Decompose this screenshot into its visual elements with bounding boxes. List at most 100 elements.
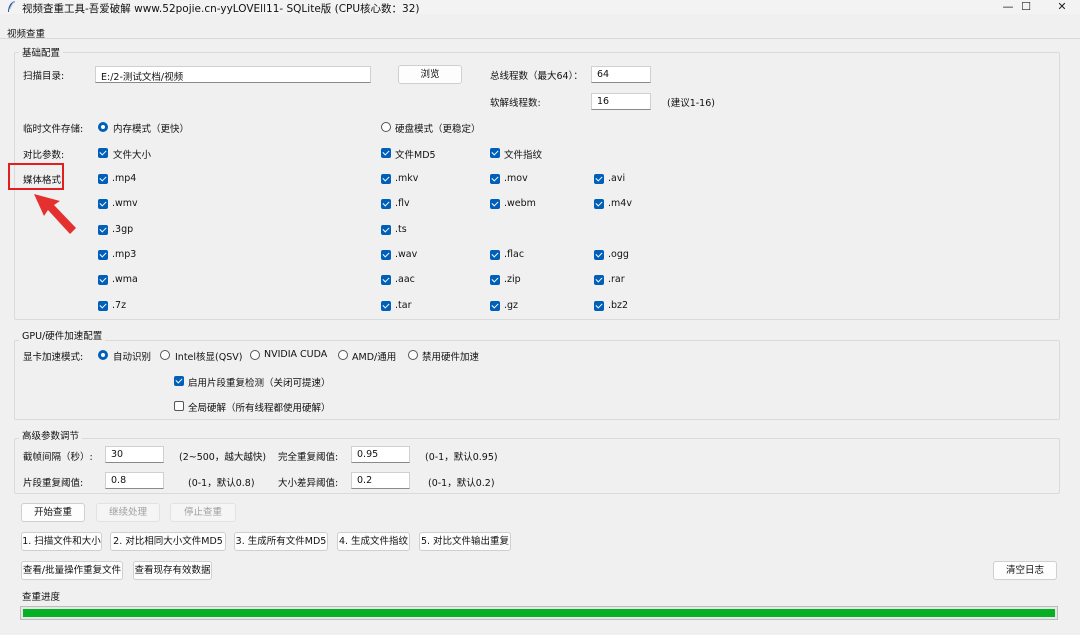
progress-fill xyxy=(23,609,1055,617)
advanced-config-title: 高级参数调节 xyxy=(19,428,83,442)
format-checkbox-gz[interactable] xyxy=(490,301,500,311)
memory-mode-label: 内存模式（更快） xyxy=(113,124,190,135)
window-title: 视频查重工具-吾爱破解 www.52pojie.cn-yyLOVEll11- S… xyxy=(22,3,420,15)
format-checkbox-mp3[interactable] xyxy=(98,250,108,260)
format-label-bz2: .bz2 xyxy=(608,300,629,311)
format-label-wma: .wma xyxy=(112,274,138,285)
progress-bar xyxy=(20,606,1058,620)
compare-fingerprint-checkbox[interactable] xyxy=(490,148,500,158)
temp-storage-label: 临时文件存储: xyxy=(23,124,84,135)
format-label-mp3: .mp3 xyxy=(112,249,137,260)
format-label-7z: .7z xyxy=(112,300,127,311)
format-label-m4v: .m4v xyxy=(608,198,632,209)
compare-md5-checkbox[interactable] xyxy=(381,148,391,158)
segment-detect-checkbox[interactable] xyxy=(174,376,184,386)
step-1-button[interactable]: 1. 扫描文件和大小 xyxy=(21,532,102,551)
step-5-button[interactable]: 5. 对比文件输出重复 xyxy=(419,532,511,551)
segment-dup-hint: (0-1，默认0.8) xyxy=(188,478,255,489)
format-checkbox-mov[interactable] xyxy=(490,174,500,184)
frame-interval-label: 截帧间隔（秒）: xyxy=(23,452,93,463)
tab-video-dedupe[interactable]: 视频查重 xyxy=(7,26,45,40)
advanced-config-group xyxy=(14,438,1060,494)
format-label-ts: .ts xyxy=(395,224,407,235)
format-checkbox-ogg[interactable] xyxy=(594,250,604,260)
clear-log-button[interactable]: 清空日志 xyxy=(993,561,1057,580)
format-checkbox-zip[interactable] xyxy=(490,275,500,285)
gpu-option-auto-radio[interactable] xyxy=(98,350,108,360)
resume-button[interactable]: 继续处理 xyxy=(96,503,160,522)
format-checkbox-bz2[interactable] xyxy=(594,301,604,311)
format-checkbox-wav[interactable] xyxy=(381,250,391,260)
format-checkbox-mp4[interactable] xyxy=(98,174,108,184)
gpu-mode-label: 显卡加速模式: xyxy=(23,352,84,363)
browse-button[interactable]: 浏览 xyxy=(398,65,462,84)
annotation-arrow-icon xyxy=(34,194,76,234)
format-label-flv: .flv xyxy=(395,198,410,209)
format-checkbox-avi[interactable] xyxy=(594,174,604,184)
format-checkbox-ts[interactable] xyxy=(381,225,391,235)
decode-threads-hint: (建议1-16) xyxy=(667,98,715,109)
maximize-button[interactable]: ☐ xyxy=(1008,0,1044,14)
format-label-aac: .aac xyxy=(395,274,415,285)
segment-dup-input[interactable]: 0.8 xyxy=(105,472,164,489)
app-feather-icon xyxy=(8,0,15,12)
format-checkbox-3gp[interactable] xyxy=(98,225,108,235)
format-checkbox-m4v[interactable] xyxy=(594,199,604,209)
global-hw-label: 全局硬解（所有线程都使用硬解） xyxy=(188,403,331,414)
format-label-zip: .zip xyxy=(504,274,521,285)
scan-dir-label: 扫描目录: xyxy=(23,71,65,82)
global-hw-checkbox[interactable] xyxy=(174,401,184,411)
format-label-3gp: .3gp xyxy=(112,224,134,235)
full-dup-input[interactable]: 0.95 xyxy=(351,446,410,463)
format-label-ogg: .ogg xyxy=(608,249,629,260)
full-dup-hint: (0-1，默认0.95) xyxy=(425,452,498,463)
frame-interval-input[interactable]: 30 xyxy=(105,446,164,463)
step-2-button[interactable]: 2. 对比相同大小文件MD5 xyxy=(110,532,226,551)
format-label-tar: .tar xyxy=(395,300,412,311)
compare-size-checkbox[interactable] xyxy=(98,148,108,158)
view-valid-data-button[interactable]: 查看现存有效数据 xyxy=(133,561,212,580)
gpu-option-cuda-label: NVIDIA CUDA xyxy=(264,349,328,360)
format-label-mkv: .mkv xyxy=(395,173,419,184)
format-checkbox-flv[interactable] xyxy=(381,199,391,209)
format-checkbox-wma[interactable] xyxy=(98,275,108,285)
gpu-option-disable-radio[interactable] xyxy=(408,350,418,360)
basic-config-group xyxy=(14,52,1060,320)
format-checkbox-wmv[interactable] xyxy=(98,199,108,209)
gpu-option-auto-label: 自动识别 xyxy=(113,352,152,363)
gpu-option-amd-radio[interactable] xyxy=(338,350,348,360)
gpu-option-qsv-radio[interactable] xyxy=(160,350,170,360)
compare-md5-label: 文件MD5 xyxy=(395,150,436,161)
memory-mode-radio[interactable] xyxy=(98,122,108,132)
format-checkbox-rar[interactable] xyxy=(594,275,604,285)
format-checkbox-mkv[interactable] xyxy=(381,174,391,184)
disk-mode-label: 硬盘模式（更稳定） xyxy=(395,124,481,135)
compare-size-label: 文件大小 xyxy=(113,150,152,161)
size-diff-label: 大小差异阈值: xyxy=(278,478,339,489)
format-label-avi: .avi xyxy=(608,173,626,184)
decode-threads-input[interactable]: 16 xyxy=(591,93,651,110)
format-checkbox-flac[interactable] xyxy=(490,250,500,260)
step-4-button[interactable]: 4. 生成文件指纹 xyxy=(337,532,410,551)
disk-mode-radio[interactable] xyxy=(381,122,391,132)
total-threads-input[interactable]: 64 xyxy=(591,66,651,83)
gpu-config-title: GPU/硬件加速配置 xyxy=(19,328,106,342)
format-label-rar: .rar xyxy=(608,274,625,285)
format-checkbox-7z[interactable] xyxy=(98,301,108,311)
format-label-mp4: .mp4 xyxy=(112,173,137,184)
view-duplicates-button[interactable]: 查看/批量操作重复文件 xyxy=(21,561,123,580)
format-checkbox-aac[interactable] xyxy=(381,275,391,285)
close-button[interactable]: ✕ xyxy=(1044,0,1080,14)
start-button[interactable]: 开始查重 xyxy=(21,503,85,522)
stop-button[interactable]: 停止查重 xyxy=(170,503,236,522)
annotation-highlight-box xyxy=(8,163,64,190)
format-checkbox-webm[interactable] xyxy=(490,199,500,209)
size-diff-input[interactable]: 0.2 xyxy=(351,472,410,489)
step-3-button[interactable]: 3. 生成所有文件MD5 xyxy=(234,532,328,551)
full-dup-label: 完全重复阈值: xyxy=(278,452,339,463)
scan-dir-input[interactable]: E:/2-测试文档/视频 xyxy=(95,66,371,83)
format-checkbox-tar[interactable] xyxy=(381,301,391,311)
gpu-option-cuda-radio[interactable] xyxy=(250,350,260,360)
format-label-gz: .gz xyxy=(504,300,519,311)
format-label-wav: .wav xyxy=(395,249,418,260)
